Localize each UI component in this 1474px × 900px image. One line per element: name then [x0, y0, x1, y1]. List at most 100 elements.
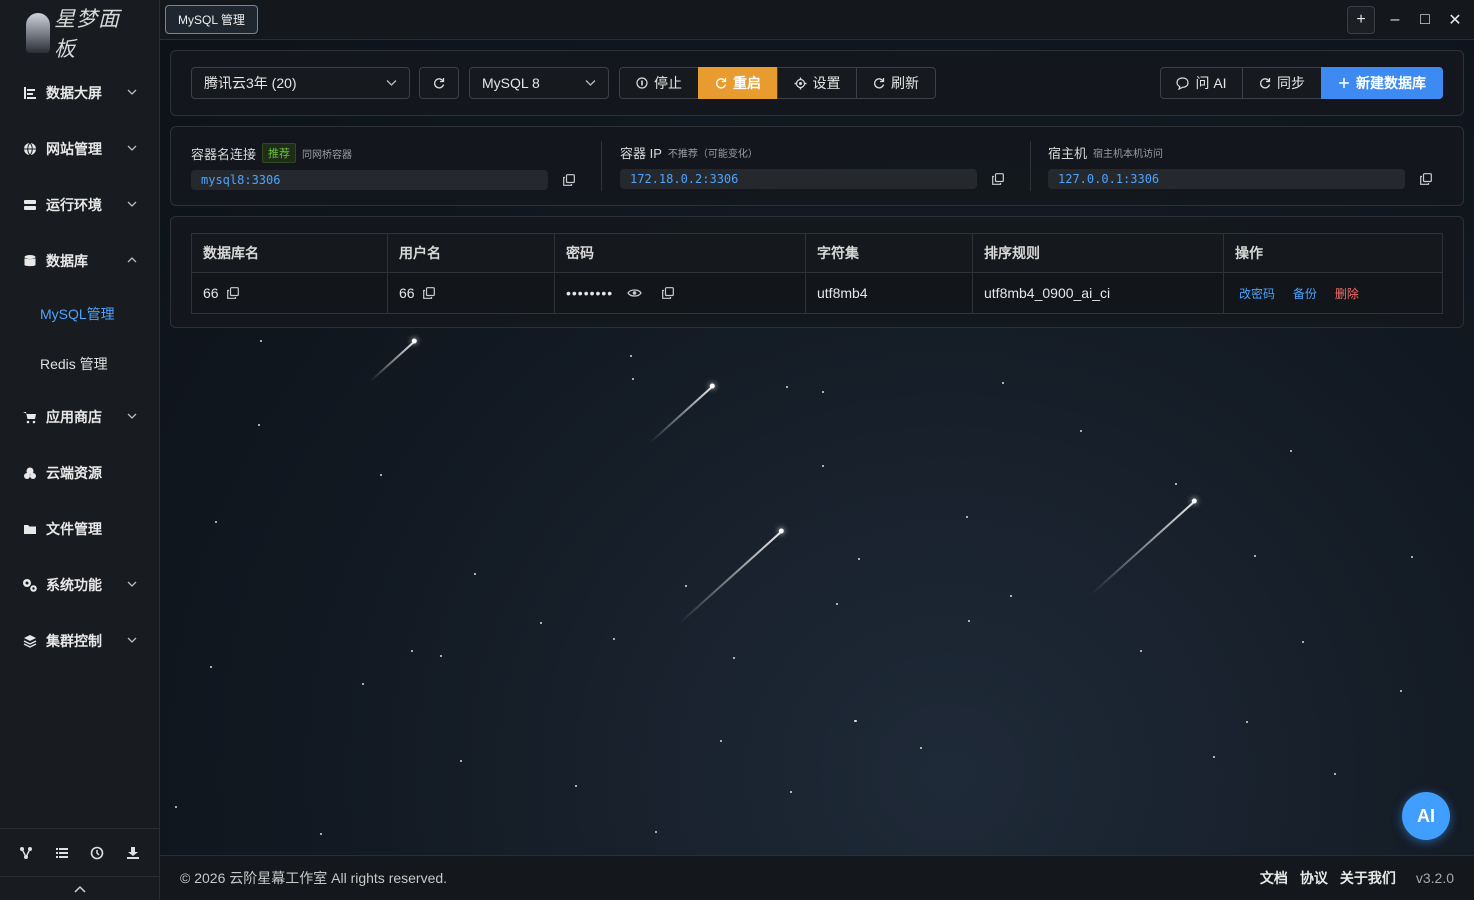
sync-icon [1260, 78, 1271, 89]
star-decoration [630, 355, 632, 357]
sync-label: 同步 [1277, 75, 1305, 91]
sidebar-subitem-label: MySQL管理 [40, 306, 115, 322]
star-decoration [968, 620, 970, 622]
table-row: 66 66 •••••••• utf8mb4 utf8mb4_0900_ai_c… [191, 272, 1443, 314]
sidebar-bottom-toolbar [0, 828, 159, 876]
star-decoration [380, 474, 382, 476]
copyright-text: © 2026 云阶星幕工作室 All rights reserved. [180, 870, 448, 886]
star-decoration [440, 655, 442, 657]
copy-icon[interactable] [662, 287, 675, 299]
sidebar-subitem-mysql[interactable]: MySQL管理 [0, 296, 159, 332]
logo-avatar [26, 13, 51, 53]
db-password-cell: •••••••• [554, 272, 806, 314]
maximize-button[interactable]: □ [1411, 6, 1439, 34]
sidebar-item-cluster[interactable]: 集群控制 [0, 621, 159, 661]
history-icon[interactable] [88, 844, 106, 862]
sidebar-collapse-button[interactable] [0, 876, 159, 900]
star-decoration [320, 833, 322, 835]
ask-ai-button[interactable]: 问 AI [1160, 67, 1243, 99]
sidebar-item-websites[interactable]: 网站管理 [0, 129, 159, 169]
db-name: 66 [203, 285, 219, 301]
container-ip-value: 172.18.0.2:3306 [620, 169, 977, 189]
close-button[interactable]: ✕ [1441, 6, 1469, 34]
eye-icon[interactable] [627, 288, 642, 298]
sidebar-item-cloud[interactable]: 云端资源 [0, 453, 159, 493]
sidebar-item-database[interactable]: 数据库 [0, 241, 159, 281]
agreement-link[interactable]: 协议 [1300, 868, 1328, 888]
stop-icon [636, 77, 648, 89]
toolbar-panel: 腾讯云3年 (20) MySQL 8 停止 重启 设置 刷新 问 AI 同步 新… [170, 50, 1464, 116]
gears-icon [22, 577, 38, 593]
star-decoration [822, 465, 824, 467]
sidebar-subitem-label: Redis 管理 [40, 356, 108, 372]
chevron-down-icon [127, 413, 137, 419]
stop-label: 停止 [654, 75, 682, 91]
globe-icon [22, 141, 38, 157]
star-decoration [1175, 483, 1177, 485]
container-ip-label: 容器 IP 不推荐（可能变化） [620, 143, 758, 162]
star-decoration [613, 638, 615, 640]
chevron-down-icon [127, 201, 137, 207]
new-tab-button[interactable]: + [1347, 6, 1375, 34]
sidebar-item-app-store[interactable]: 应用商店 [0, 397, 159, 437]
sidebar-item-label: 文件管理 [46, 521, 102, 537]
version-select[interactable]: MySQL 8 [469, 67, 609, 99]
ai-assistant-button[interactable]: AI [1402, 792, 1450, 840]
star-decoration [822, 391, 824, 393]
star-decoration [1213, 756, 1215, 758]
copy-icon[interactable] [226, 287, 239, 299]
sidebar-item-dashboard[interactable]: 数据大屏 [0, 73, 159, 113]
sidebar-subitem-redis[interactable]: Redis 管理 [0, 346, 159, 382]
db-user: 66 [399, 285, 415, 301]
chevron-up-icon [73, 885, 86, 893]
server-select[interactable]: 腾讯云3年 (20) [191, 67, 410, 99]
sidebar-item-label: 应用商店 [46, 409, 102, 425]
version-text: v3.2.0 [1415, 870, 1454, 886]
divider [1030, 141, 1031, 191]
minimize-button[interactable]: – [1381, 6, 1409, 34]
container-connection-title: 容器名连接 [191, 146, 257, 162]
delete-link[interactable]: 删除 [1335, 287, 1359, 301]
download-icon[interactable] [124, 844, 142, 862]
docs-link[interactable]: 文档 [1260, 868, 1288, 888]
backup-link[interactable]: 备份 [1293, 287, 1317, 301]
settings-label: 设置 [812, 75, 841, 91]
change-password-link[interactable]: 改密码 [1239, 287, 1275, 301]
star-decoration [855, 720, 857, 722]
star-decoration [260, 340, 262, 342]
copy-icon[interactable] [422, 287, 435, 299]
container-ip-hint: 不推荐（可能变化） [667, 149, 758, 160]
column-header: 数据库名 [191, 233, 388, 273]
settings-button[interactable]: 设置 [777, 67, 857, 99]
stop-button[interactable]: 停止 [619, 67, 699, 99]
star-decoration [786, 386, 788, 388]
db-charset: utf8mb4 [805, 272, 973, 314]
copy-icon[interactable] [563, 174, 575, 186]
sidebar-item-files[interactable]: 文件管理 [0, 509, 159, 549]
refresh-button[interactable]: 刷新 [856, 67, 936, 99]
about-link[interactable]: 关于我们 [1340, 868, 1396, 888]
list-icon[interactable] [53, 844, 71, 862]
sidebar-item-system[interactable]: 系统功能 [0, 565, 159, 605]
share-icon[interactable] [17, 844, 35, 862]
copy-icon[interactable] [1420, 173, 1432, 185]
container-connection-value: mysql8:3306 [191, 170, 548, 190]
sidebar-item-runtime[interactable]: 运行环境 [0, 185, 159, 225]
sync-button[interactable]: 同步 [1242, 67, 1322, 99]
restart-button[interactable]: 重启 [698, 67, 778, 99]
chevron-down-icon [386, 80, 397, 86]
app-logo: 星梦面板 [26, 7, 136, 61]
restart-icon [716, 78, 727, 89]
sidebar-item-label: 云端资源 [46, 465, 102, 481]
star-decoration [1010, 595, 1012, 597]
copy-icon[interactable] [992, 173, 1004, 185]
reload-servers-button[interactable] [419, 67, 459, 99]
footer-links: 文档 协议 关于我们 v3.2.0 [1260, 868, 1454, 888]
title-bar: MySQL 管理 + – □ ✕ [160, 0, 1474, 40]
tab-mysql-management[interactable]: MySQL 管理 [165, 5, 258, 34]
sidebar: 星梦面板 数据大屏 网站管理 运行环境 数据库 MySQL管理 Redis 管理… [0, 0, 160, 900]
host-label: 宿主机 宿主机本机访问 [1048, 143, 1163, 162]
host-value: 127.0.0.1:3306 [1048, 169, 1405, 189]
new-database-button[interactable]: 新建数据库 [1321, 67, 1443, 99]
meteor-decoration [677, 530, 783, 626]
